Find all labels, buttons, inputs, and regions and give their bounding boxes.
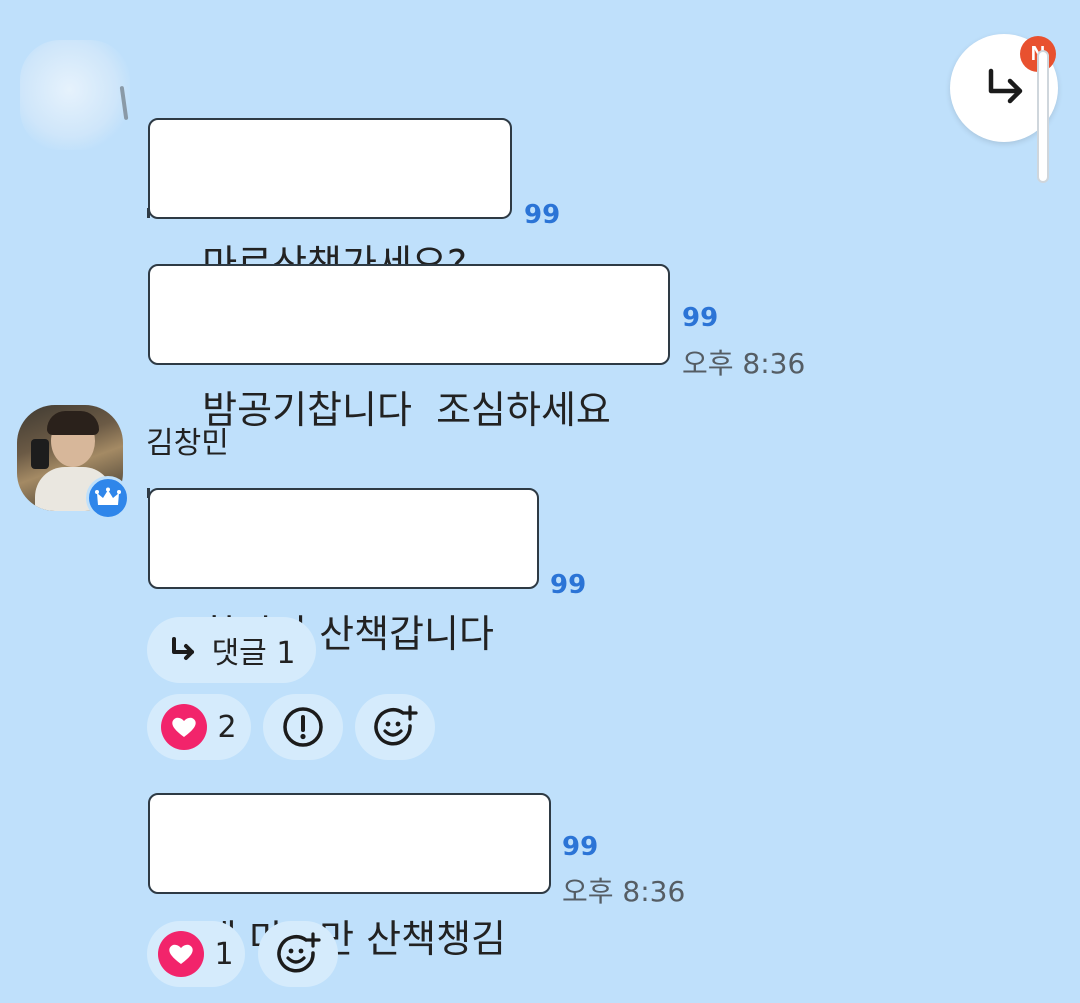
like-button[interactable]: 2 — [147, 694, 251, 760]
message-bubble[interactable]: 창민이 산책갑니다 — [148, 488, 539, 656]
unread-count: 99 — [550, 570, 587, 600]
add-emoji-icon — [374, 705, 418, 746]
scrollbar[interactable] — [1037, 50, 1049, 183]
exclamation-icon — [283, 707, 323, 747]
message-bubble[interactable]: 마로산책가세요? — [148, 118, 512, 286]
reply-arrow-icon — [171, 637, 194, 660]
reply-button[interactable]: 댓글 1 — [147, 617, 316, 683]
blurred-avatar — [20, 40, 130, 150]
like-count: 2 — [217, 709, 237, 745]
like-button[interactable]: 1 — [147, 921, 245, 987]
message-bubble[interactable]: 왜 마로만 산책챙김 — [148, 793, 551, 961]
unread-count: 99 — [562, 832, 599, 862]
reply-count: 1 — [276, 636, 296, 671]
message-time: 오후 8:36 — [562, 875, 686, 908]
heart-icon — [158, 931, 205, 977]
message-text: 밤공기찹니다 조심하세요 — [202, 388, 611, 432]
bubble-tail — [147, 488, 150, 498]
add-emoji-icon — [277, 932, 321, 973]
sender-name: 김창민 — [146, 426, 229, 461]
reply-label: 댓글 — [211, 636, 267, 671]
unread-count: 99 — [682, 303, 719, 333]
crown-icon — [86, 476, 130, 520]
bubble-tail — [147, 208, 150, 218]
report-button[interactable] — [263, 694, 343, 760]
like-count: 1 — [214, 936, 234, 972]
reply-arrow-icon — [988, 68, 1023, 104]
message-time: 오후 8:36 — [682, 347, 806, 380]
heart-icon — [161, 704, 208, 750]
unread-count: 99 — [524, 200, 561, 230]
add-reaction-button[interactable] — [355, 694, 435, 760]
message-bubble[interactable]: 밤공기찹니다 조심하세요 — [148, 264, 670, 432]
message-text: 왜 마로만 산책챙김 — [202, 917, 507, 961]
add-reaction-button[interactable] — [258, 921, 338, 987]
